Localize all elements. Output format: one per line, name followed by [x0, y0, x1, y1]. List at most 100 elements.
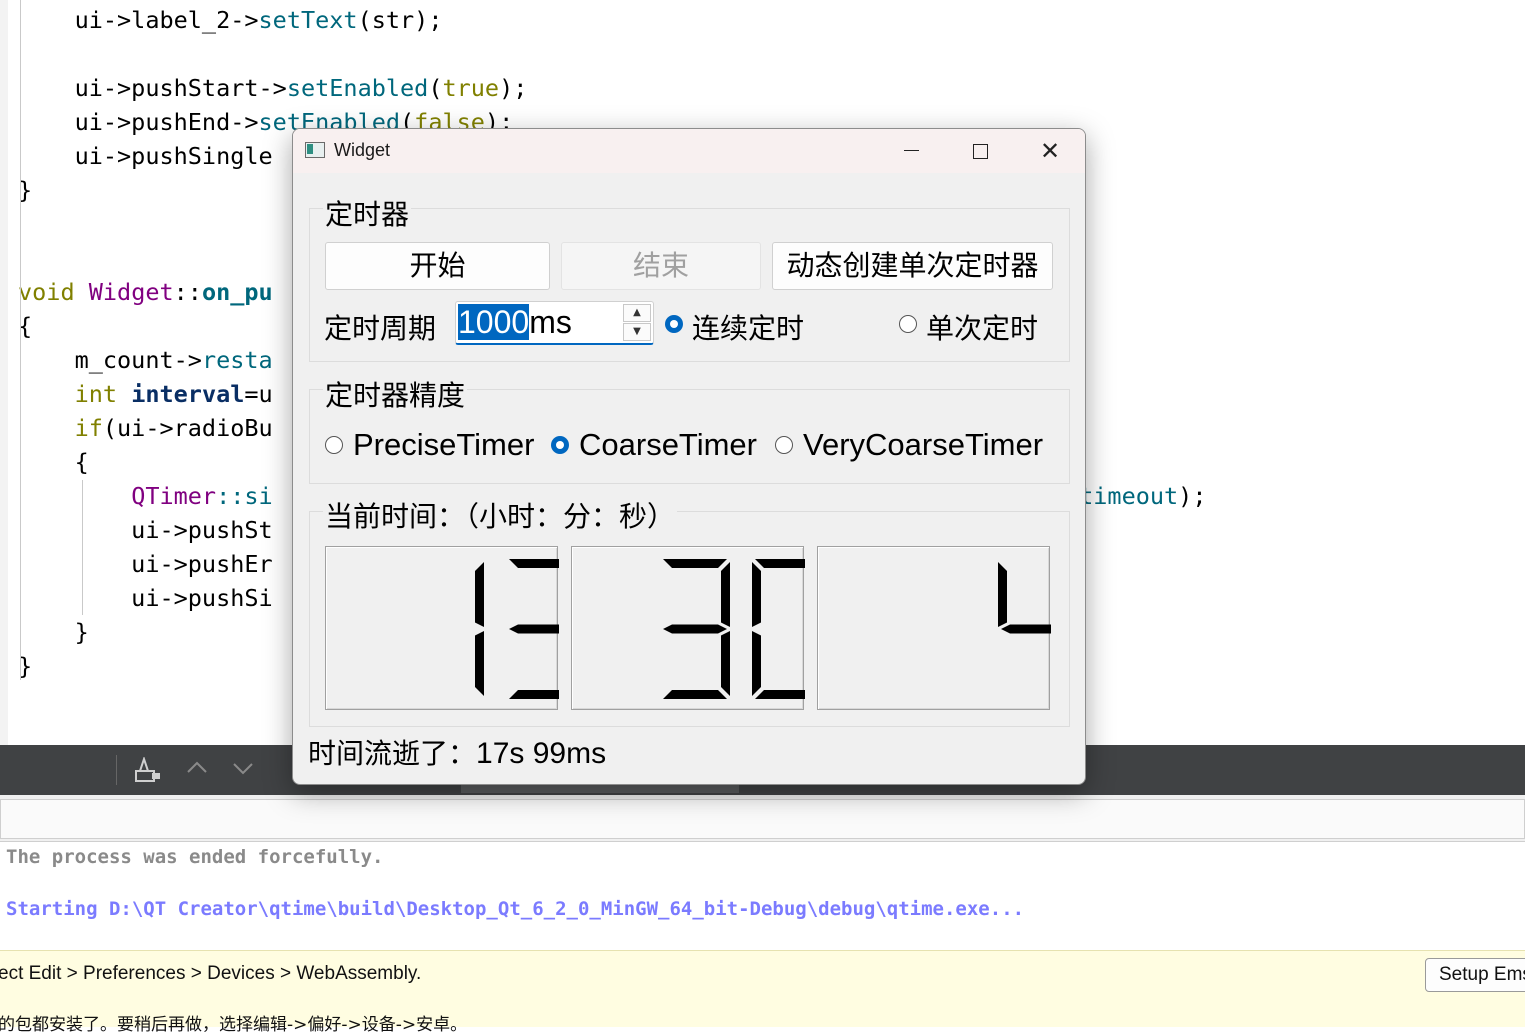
lcd-digits	[475, 559, 559, 699]
code-line: ui->pushEr	[18, 547, 273, 581]
code-line: int interval=u	[18, 377, 273, 411]
spin-down-icon[interactable]: ▼	[623, 323, 651, 341]
lcd-segment	[475, 562, 484, 627]
lcd-segment	[509, 690, 559, 699]
code-token: int	[74, 380, 118, 408]
output-filter-bar	[0, 795, 1525, 842]
minutes-lcd: 30	[571, 546, 805, 710]
elapsed-label: 时间流逝了：17s 99ms	[308, 732, 606, 772]
setup-emscripten-button[interactable]: Setup Ems	[1425, 958, 1525, 992]
code-line: }	[18, 615, 89, 649]
code-token: ui->pushEr	[18, 550, 273, 578]
coarse-timer-radio[interactable]	[551, 436, 569, 454]
period-spinbox[interactable]: 1000ms ▲ ▼	[455, 301, 654, 345]
spin-up-icon[interactable]: ▲	[623, 304, 651, 322]
code-token: Widget	[88, 278, 174, 306]
precise-timer-radio[interactable]	[325, 436, 343, 454]
lcd-digit	[998, 562, 1051, 634]
output-filter-input[interactable]	[0, 799, 1525, 839]
code-token: setText	[258, 6, 358, 34]
code-token: {	[18, 448, 89, 476]
very-coarse-timer-radio[interactable]	[775, 436, 793, 454]
end-button[interactable]: 结束	[561, 242, 761, 290]
coarse-timer-label[interactable]: CoarseTimer	[579, 427, 757, 463]
lcd-segment	[475, 631, 484, 696]
lcd-segment	[1001, 624, 1051, 634]
lcd-segment	[663, 559, 727, 568]
period-label: 定时周期	[324, 312, 437, 345]
title-bar[interactable]: Widget ✕	[293, 129, 1085, 173]
output-line: The process was ended forcefully.	[6, 846, 384, 868]
code-token: interval	[131, 380, 245, 408]
lcd-segment	[509, 624, 559, 634]
code-token: ui->pushStart->	[18, 74, 287, 102]
maximize-icon	[972, 143, 988, 159]
info-bar: ect Edit > Preferences > Devices > WebAs…	[0, 950, 1525, 1000]
lcd-segment	[721, 562, 730, 627]
precision-group-title: 定时器精度	[323, 374, 468, 414]
window-title: Widget	[334, 140, 391, 160]
start-button[interactable]: 开始	[325, 242, 550, 290]
next-item-icon[interactable]	[232, 757, 254, 785]
lcd-segment	[998, 562, 1007, 627]
lcd-segment	[755, 559, 805, 568]
app-icon	[305, 142, 325, 158]
lcd-segment	[663, 624, 727, 634]
lcd-segment	[509, 559, 559, 568]
lcd-segment	[663, 690, 727, 699]
precise-timer-label[interactable]: PreciseTimer	[353, 427, 534, 463]
code-token: }	[18, 618, 89, 646]
hours-lcd: 13	[325, 546, 559, 710]
lcd-digit	[509, 559, 559, 699]
code-token: ui->label_2->	[18, 6, 259, 34]
very-coarse-timer-label[interactable]: VeryCoarseTimer	[803, 427, 1043, 463]
minimize-button[interactable]	[876, 129, 946, 173]
single-radio[interactable]	[899, 315, 917, 333]
lcd-segment	[752, 631, 761, 696]
indent-guide	[20, 0, 21, 680]
current-time-group-title: 当前时间：（小时：分：秒）	[323, 495, 678, 535]
code-line: m_count->resta	[18, 343, 273, 377]
close-button[interactable]: ✕	[1015, 129, 1085, 173]
code-token: );	[499, 74, 528, 102]
maximize-button[interactable]	[945, 129, 1015, 173]
code-line: ui->pushSingle	[18, 139, 273, 173]
elapsed-value: 17s 99ms	[476, 737, 607, 770]
lcd-digit	[752, 559, 805, 699]
code-token: (	[428, 74, 443, 102]
code-token: resta	[201, 346, 273, 374]
editor-gutter	[0, 0, 8, 745]
lcd-digits	[998, 562, 1051, 634]
code-line: ui->pushStart->setEnabled(true);	[18, 71, 528, 105]
previous-item-icon[interactable]	[186, 757, 208, 785]
clear-output-icon[interactable]	[134, 755, 164, 789]
continuous-radio[interactable]	[665, 315, 683, 333]
code-token: on_pu	[201, 278, 273, 306]
code-line: void Widget::on_pu	[18, 275, 273, 309]
code-token: (str);	[357, 6, 443, 34]
code-token: m_count->	[18, 346, 202, 374]
lcd-digit	[663, 559, 730, 699]
close-icon: ✕	[1039, 137, 1061, 165]
code-token: if	[74, 414, 103, 442]
code-token: );	[1178, 482, 1207, 510]
code-line: {	[18, 445, 89, 479]
elapsed-prefix: 时间流逝了：	[308, 737, 477, 770]
period-suffix: ms	[529, 304, 572, 340]
continuous-label[interactable]: 连续定时	[692, 307, 804, 347]
dynamic-single-timer-button[interactable]: 动态创建单次定时器	[772, 242, 1053, 290]
toolbar-separator	[116, 755, 117, 785]
indent-guide	[82, 480, 83, 615]
tab-scrollbar[interactable]	[461, 785, 739, 793]
lcd-segment	[721, 631, 730, 696]
single-label[interactable]: 单次定时	[926, 307, 1038, 347]
info-bar-secondary: 的包都安装了。要稍后再做，选择编辑->偏好->设备->安卓。	[0, 998, 1525, 1035]
code-token: (ui->radioBu	[102, 414, 273, 442]
code-token: ui->pushSt	[18, 516, 273, 544]
code-line: if(ui->radioBu	[18, 411, 273, 445]
code-line: ui->label_2->setText(str);	[18, 3, 443, 37]
